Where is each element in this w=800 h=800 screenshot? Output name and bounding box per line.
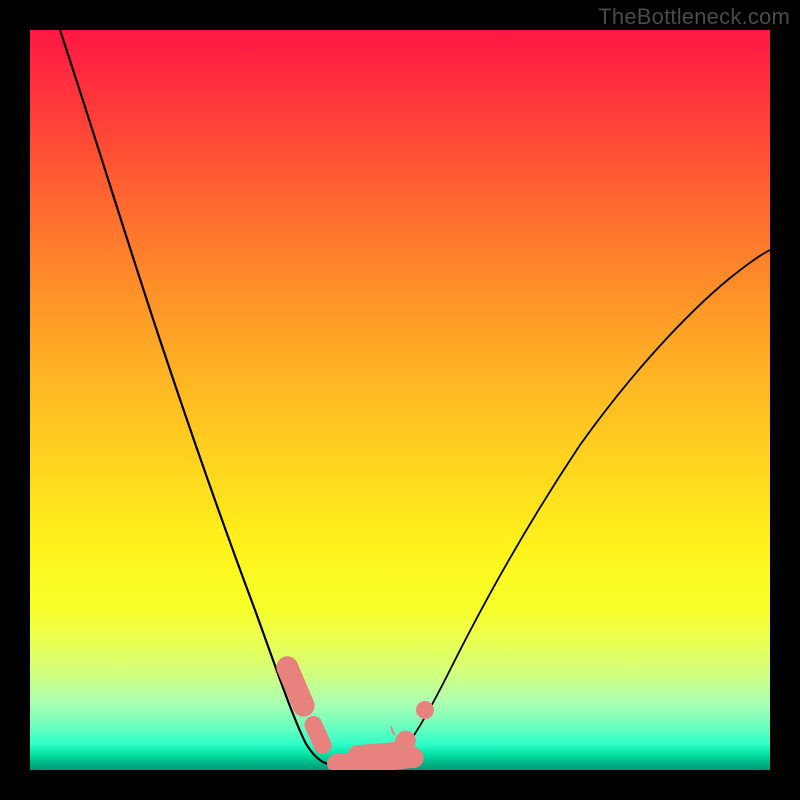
chart-frame: TheBottleneck.com [0, 0, 800, 800]
chart-svg [30, 30, 770, 770]
marker-pink-dot-right [416, 701, 434, 719]
plot-area [30, 30, 770, 770]
curve-right-branch [392, 250, 770, 763]
curve-left-branch [60, 30, 325, 763]
marker-group [276, 656, 434, 770]
watermark-text: TheBottleneck.com [598, 4, 790, 30]
